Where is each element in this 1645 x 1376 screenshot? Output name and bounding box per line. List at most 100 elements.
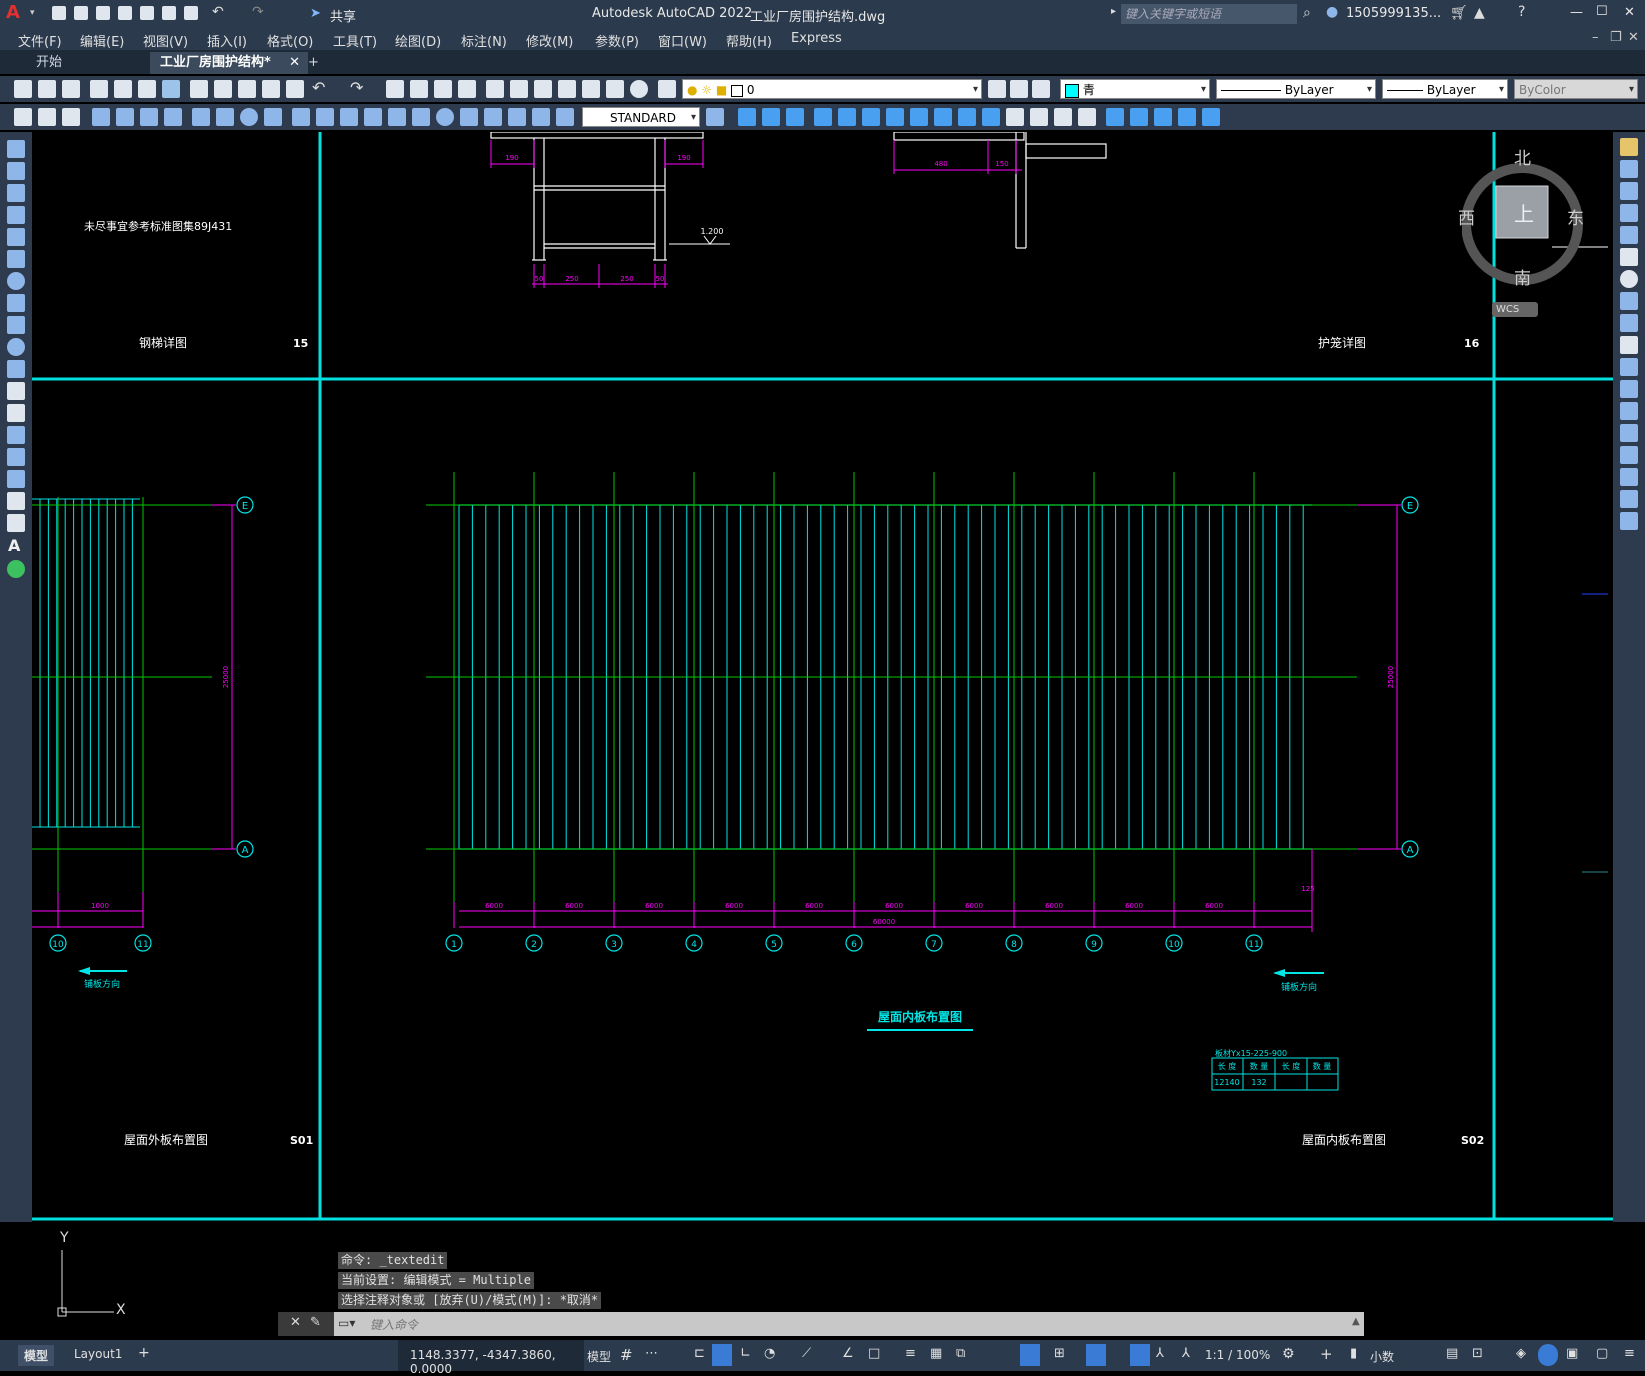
open-file-icon[interactable] [74,6,88,20]
fillet-icon[interactable] [1620,468,1638,486]
dim-text-edit-icon[interactable] [532,108,550,126]
annotation-monitor-icon[interactable]: + [1320,1345,1333,1363]
minimize-button[interactable]: — [1570,5,1583,20]
align-3d-icon[interactable] [910,108,928,126]
tool-1-icon[interactable] [14,108,32,126]
command-history-toggle-icon[interactable]: ▲ [1352,1316,1360,1327]
menu-help[interactable]: 帮助(H) [726,31,772,50]
line-icon[interactable] [7,140,25,158]
plotstyle-select[interactable]: ByColor ▾ [1514,79,1638,99]
tool-palettes-icon[interactable] [534,80,552,98]
paste-icon[interactable] [238,80,256,98]
subtract-icon[interactable] [786,108,804,126]
point-icon[interactable] [7,426,25,444]
export-icon[interactable] [140,6,154,20]
tab-model[interactable]: 模型 [18,1345,55,1366]
menu-format[interactable]: 格式(O) [267,31,313,50]
center-mark-icon[interactable] [436,108,454,126]
user-name[interactable]: 1505999135... [1346,6,1441,21]
render-icon[interactable] [1006,108,1024,126]
viewcube-west[interactable]: 西 [1458,204,1475,229]
print-icon[interactable] [184,6,198,20]
menu-tools[interactable]: 工具(T) [333,31,377,50]
box-icon[interactable] [738,108,756,126]
copy-icon[interactable] [214,80,232,98]
isolate-objects-icon[interactable]: ◈ [1516,1346,1526,1361]
plot-toolbar-icon[interactable] [90,80,108,98]
command-prompt-icon[interactable]: ▭▾ [338,1316,355,1330]
scale-icon[interactable] [1620,292,1638,310]
mirror-icon[interactable] [1620,182,1638,200]
chamfer-icon[interactable] [1620,446,1638,464]
add-layout-icon[interactable]: + [138,1345,150,1361]
extrude-icon[interactable] [814,108,832,126]
hatch-icon[interactable] [7,448,25,466]
save-toolbar-icon[interactable] [62,80,80,98]
share-icon[interactable]: ➤ [310,6,321,21]
explode-icon[interactable] [1620,512,1638,530]
linear-dim-icon[interactable] [92,108,110,126]
move-icon[interactable] [1620,248,1638,266]
user-icon[interactable]: ● [1326,4,1338,20]
array-3d-icon[interactable] [934,108,952,126]
spline-icon[interactable] [7,316,25,334]
tool-3-icon[interactable] [62,108,80,126]
construction-line-icon[interactable] [7,162,25,180]
make-block-icon[interactable] [7,404,25,422]
command-input[interactable]: 键入命令 [370,1316,418,1333]
insert-block-icon[interactable] [7,382,25,400]
ucs-view-icon[interactable] [1178,108,1196,126]
angular-dim-icon[interactable] [264,108,282,126]
doc-restore-icon[interactable]: ❐ [1610,30,1622,45]
units-select[interactable]: 小数 [1370,1348,1394,1365]
autodesk-icon[interactable]: ▲ [1474,5,1485,21]
plot-icon[interactable] [162,6,176,20]
arc-icon[interactable] [7,250,25,268]
customize-icon[interactable]: ≡ [1624,1346,1635,1361]
jogged-dim-icon[interactable] [216,108,234,126]
mirror-3d-icon[interactable] [886,108,904,126]
dynamic-input-icon[interactable] [712,1344,732,1366]
fullscreen-icon[interactable]: ▢ [1596,1346,1608,1361]
revcloud-icon[interactable] [7,294,25,312]
drawing-canvas[interactable]: 190 190 50 250 250 50 1.200 未尽事宜参考标准图集89… [32,132,1613,1222]
radius-dim-icon[interactable] [192,108,210,126]
zoom-previous-icon[interactable] [458,80,476,98]
menu-parametric[interactable]: 参数(P) [595,31,639,50]
lock-ui-icon[interactable]: ⊡ [1472,1346,1483,1361]
polygon-icon[interactable] [7,206,25,224]
chevron-right-icon[interactable]: ▸ [1111,6,1116,17]
polyline-icon[interactable] [7,184,25,202]
dim-edit-icon[interactable] [508,108,526,126]
rotate-3d-icon[interactable] [862,108,880,126]
dimstyle-icon[interactable] [706,108,724,126]
dim-update-icon[interactable] [556,108,574,126]
dyn-ucs-icon[interactable]: ⊞ [1054,1346,1065,1361]
snap-icon[interactable]: ⋯ [645,1346,658,1361]
units-icon[interactable]: ▮ [1350,1346,1357,1361]
tab-start[interactable]: 开始 [26,52,72,74]
array-icon[interactable] [1620,226,1638,244]
ordinate-dim-icon[interactable] [164,108,182,126]
layer-state-icon[interactable] [1032,80,1050,98]
dim-break-icon[interactable] [388,108,406,126]
osnap-track-icon[interactable]: ∠ [842,1346,854,1361]
ucs-object-icon[interactable] [1202,108,1220,126]
tool-2-icon[interactable] [38,108,56,126]
linetype-select[interactable]: ByLayer ▾ [1216,79,1376,99]
save-icon[interactable] [96,6,110,20]
3dprint-icon[interactable] [162,80,180,98]
lineweight-select[interactable]: ByLayer ▾ [1382,79,1508,99]
menu-draw[interactable]: 绘图(D) [395,31,441,50]
circle-icon[interactable] [7,272,25,290]
materials-icon[interactable] [1030,108,1048,126]
osnap-icon[interactable]: □ [868,1346,880,1361]
annotation-scale-icon[interactable]: ⅄ [1182,1346,1190,1361]
calculator-icon[interactable] [606,80,624,98]
lights-icon[interactable] [1054,108,1072,126]
save-as-icon[interactable] [118,6,132,20]
pan-icon[interactable] [386,80,404,98]
hardware-acceleration-icon[interactable] [1538,1344,1558,1366]
move-3d-icon[interactable] [838,108,856,126]
search-icon[interactable]: ⌕ [1303,5,1311,21]
